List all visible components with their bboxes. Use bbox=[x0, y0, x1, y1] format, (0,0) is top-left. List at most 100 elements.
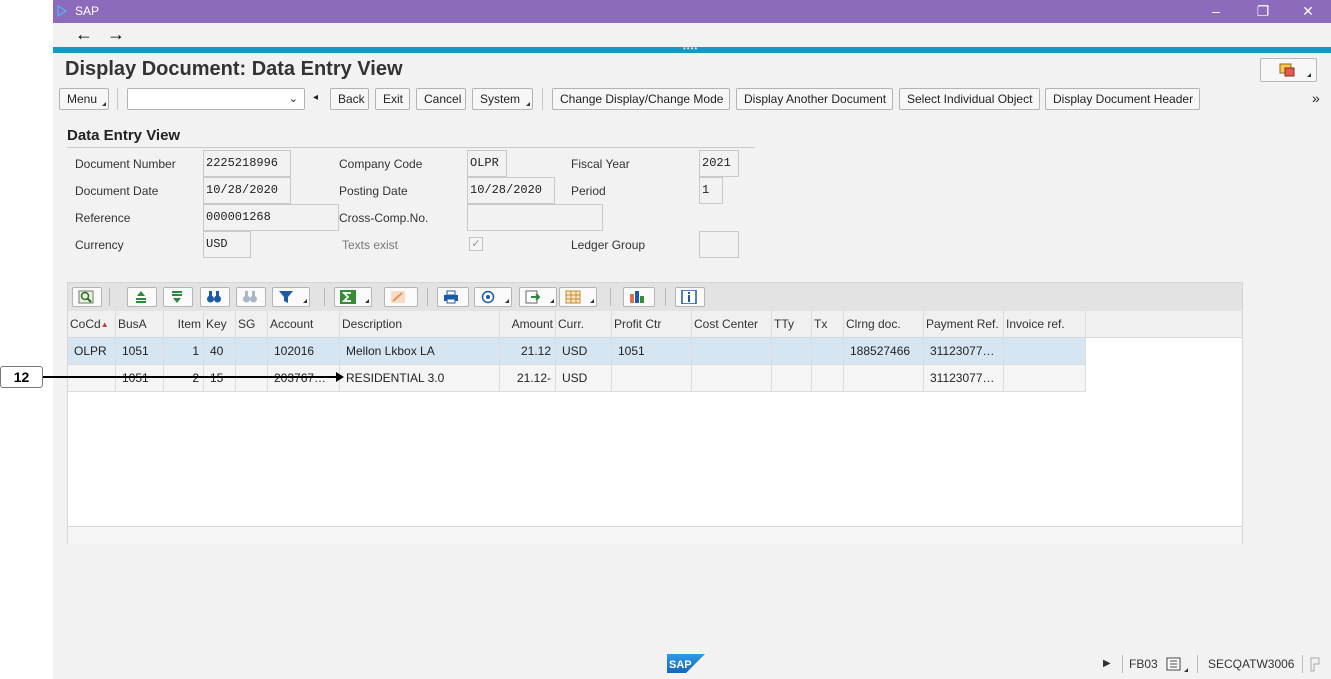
cell-curr: USD bbox=[556, 365, 612, 392]
close-button[interactable]: ✕ bbox=[1290, 1, 1326, 21]
sort-descending-button[interactable] bbox=[163, 287, 193, 307]
fiscal-year-label: Fiscal Year bbox=[571, 157, 630, 171]
print-icon bbox=[444, 290, 458, 304]
display-another-document-button[interactable]: Display Another Document bbox=[736, 88, 893, 110]
section-title: Data Entry View bbox=[67, 127, 181, 144]
column-header-cost-center[interactable]: Cost Center bbox=[692, 311, 772, 338]
sort-ascending-button[interactable] bbox=[127, 287, 157, 307]
status-separator bbox=[1122, 655, 1123, 673]
cell-item: 1 bbox=[164, 338, 204, 365]
print-button[interactable] bbox=[437, 287, 469, 307]
company-code-field[interactable]: OLPR bbox=[467, 150, 507, 177]
grid-header: CoCd▲ BusA Item Key SG Account Descripti… bbox=[68, 311, 1242, 338]
cell-tty bbox=[772, 365, 812, 392]
dropdown-corner-icon bbox=[550, 299, 554, 303]
exit-button[interactable]: Exit bbox=[375, 88, 410, 110]
column-header-cocd[interactable]: CoCd▲ bbox=[68, 311, 116, 338]
currency-field[interactable]: USD bbox=[203, 231, 251, 258]
dropdown-corner-icon bbox=[303, 299, 307, 303]
system-info-icon[interactable] bbox=[1166, 657, 1182, 671]
information-button[interactable] bbox=[675, 287, 705, 307]
document-date-field[interactable]: 10/28/2020 bbox=[203, 177, 291, 204]
document-number-field[interactable]: 2225218996 bbox=[203, 150, 291, 177]
cross-comp-field[interactable] bbox=[467, 204, 603, 231]
sort-descending-icon bbox=[172, 291, 182, 303]
details-button[interactable] bbox=[72, 287, 102, 307]
column-header-description[interactable]: Description bbox=[340, 311, 500, 338]
column-header-tx[interactable]: Tx bbox=[812, 311, 844, 338]
column-header-curr[interactable]: Curr. bbox=[556, 311, 612, 338]
period-field[interactable]: 1 bbox=[699, 177, 723, 204]
column-header-payment-ref[interactable]: Payment Ref. bbox=[924, 311, 1004, 338]
column-header-item[interactable]: Item bbox=[164, 311, 204, 338]
cell-sg bbox=[236, 338, 268, 365]
dropdown-corner-icon bbox=[365, 299, 369, 303]
subtotal-icon bbox=[391, 291, 405, 303]
column-header-profit-ctr[interactable]: Profit Ctr bbox=[612, 311, 692, 338]
graphic-button[interactable] bbox=[623, 287, 655, 307]
grid-toolbar-separator bbox=[610, 288, 611, 306]
cancel-button[interactable]: Cancel bbox=[416, 88, 466, 110]
cell-busa: 1051 bbox=[116, 338, 164, 365]
cell-amount: 21.12 bbox=[500, 338, 556, 365]
cell-cost-center bbox=[692, 338, 772, 365]
column-header-key[interactable]: Key bbox=[204, 311, 236, 338]
lock-status-icon[interactable] bbox=[1309, 657, 1323, 672]
filter-button[interactable] bbox=[272, 287, 310, 307]
find-button[interactable] bbox=[200, 287, 230, 307]
select-individual-object-button[interactable]: Select Individual Object bbox=[899, 88, 1040, 110]
minimize-button[interactable]: – bbox=[1198, 1, 1234, 21]
column-header-sg[interactable]: SG bbox=[236, 311, 268, 338]
title-bar: SAP – ❐ ✕ bbox=[53, 0, 1331, 23]
display-document-header-button[interactable]: Display Document Header bbox=[1045, 88, 1200, 110]
back-arrow-icon[interactable]: ← bbox=[75, 24, 93, 44]
column-header-account[interactable]: Account bbox=[268, 311, 340, 338]
column-header-invoice-ref[interactable]: Invoice ref. bbox=[1004, 311, 1086, 338]
views-button[interactable] bbox=[474, 287, 512, 307]
subtotal-button[interactable] bbox=[384, 287, 418, 307]
ledger-group-field[interactable] bbox=[699, 231, 739, 258]
info-icon bbox=[681, 290, 697, 304]
grid-toolbar-separator bbox=[427, 288, 428, 306]
fiscal-year-field[interactable]: 2021 bbox=[699, 150, 739, 177]
collapse-arrow-icon[interactable]: ◂ bbox=[313, 92, 318, 103]
system-label: System bbox=[480, 92, 521, 106]
back-button[interactable]: Back bbox=[330, 88, 369, 110]
table-row[interactable]: 1051 2 15 203767… RESIDENTIAL 3.0 21.12-… bbox=[68, 365, 1086, 392]
help-button[interactable] bbox=[1260, 58, 1317, 82]
resize-grip-icon[interactable]: •••• bbox=[683, 45, 698, 53]
total-button[interactable] bbox=[334, 287, 372, 307]
table-row[interactable]: OLPR 1051 1 40 102016 Mellon Lkbox LA 21… bbox=[68, 338, 1086, 365]
texts-exist-checkbox[interactable]: ✓ bbox=[469, 237, 483, 251]
posting-date-field[interactable]: 10/28/2020 bbox=[467, 177, 555, 204]
system-button[interactable]: System bbox=[472, 88, 533, 110]
column-header-clrng-doc[interactable]: Clrng doc. bbox=[844, 311, 924, 338]
sap-logo-icon: SAP bbox=[667, 654, 705, 673]
layout-button[interactable] bbox=[559, 287, 597, 307]
more-actions-icon[interactable]: » bbox=[1312, 90, 1320, 106]
cell-invoice-ref bbox=[1004, 338, 1086, 365]
forward-arrow-icon[interactable]: → bbox=[107, 24, 125, 44]
sap-window: SAP – ❐ ✕ ← → •••• Display Document: Dat… bbox=[53, 0, 1331, 679]
dropdown-corner-icon bbox=[590, 299, 594, 303]
command-field[interactable]: ⌄ bbox=[127, 88, 305, 110]
dropdown-corner-icon bbox=[1184, 668, 1188, 672]
page-title: Display Document: Data Entry View bbox=[65, 58, 403, 80]
chevron-down-icon[interactable]: ⌄ bbox=[289, 92, 298, 105]
currency-label: Currency bbox=[75, 238, 124, 252]
reference-field[interactable]: 000001268 bbox=[203, 204, 339, 231]
status-expand-icon[interactable]: ▶ bbox=[1103, 654, 1111, 674]
texts-exist-label: Texts exist bbox=[342, 238, 399, 252]
column-header-busa[interactable]: BusA bbox=[116, 311, 164, 338]
section-divider bbox=[67, 147, 755, 148]
change-display-mode-button[interactable]: Change Display/Change Mode bbox=[552, 88, 730, 110]
export-button[interactable] bbox=[519, 287, 557, 307]
menu-button[interactable]: Menu bbox=[59, 88, 109, 110]
column-header-tty[interactable]: TTy bbox=[772, 311, 812, 338]
cell-amount: 21.12- bbox=[500, 365, 556, 392]
svg-text:SAP: SAP bbox=[669, 659, 692, 671]
column-header-amount[interactable]: Amount bbox=[500, 311, 556, 338]
transaction-code: FB03 bbox=[1129, 657, 1158, 671]
find-next-button[interactable] bbox=[236, 287, 266, 307]
restore-button[interactable]: ❐ bbox=[1245, 1, 1281, 21]
